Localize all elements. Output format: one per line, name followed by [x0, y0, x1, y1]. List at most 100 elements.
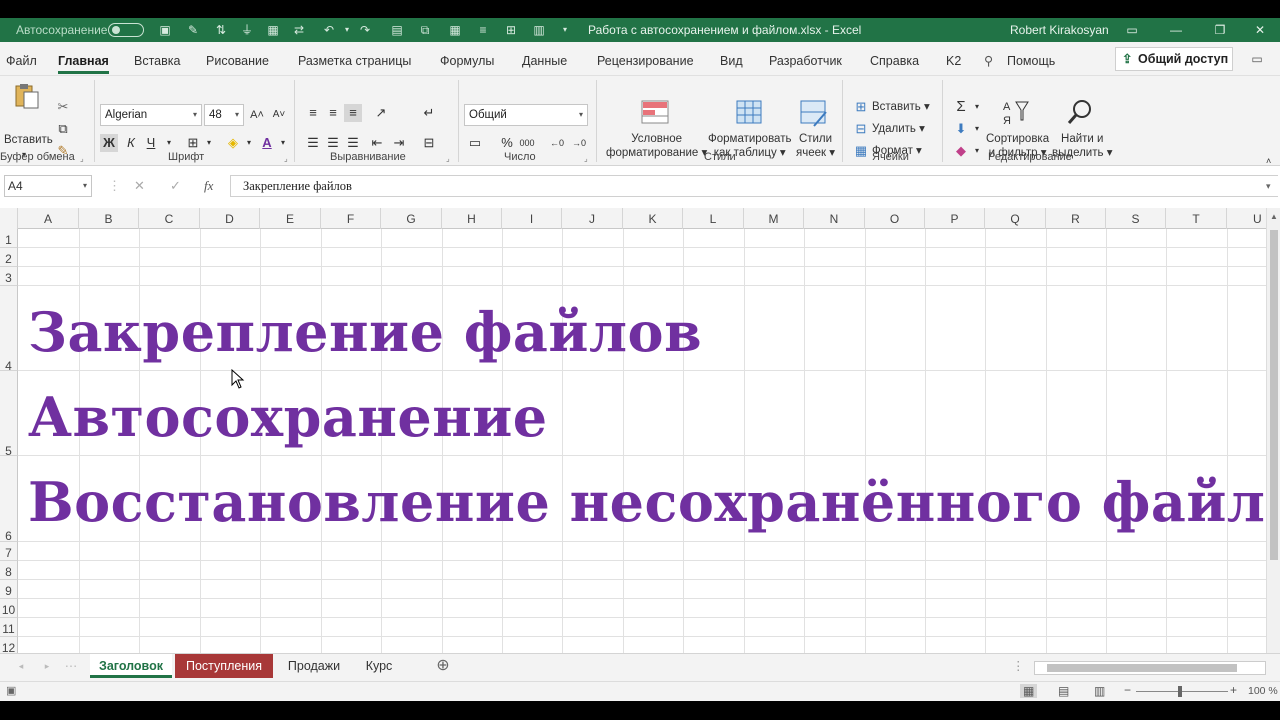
percent-icon[interactable]: %	[498, 134, 516, 152]
autosum-dropdown-icon[interactable]: ▾	[968, 98, 986, 116]
merge-center-icon[interactable]: ⊟	[420, 134, 438, 152]
column-header[interactable]: C	[139, 208, 200, 229]
page-layout-view-icon[interactable]: ▤	[1058, 684, 1069, 698]
sheet-tab-zagolovok[interactable]: Заголовок	[90, 654, 172, 678]
tab-formulas[interactable]: Формулы	[440, 42, 494, 76]
row-header[interactable]: 3	[0, 267, 18, 286]
tell-me-search[interactable]: Помощь	[1007, 42, 1055, 76]
tab-review[interactable]: Рецензирование	[597, 42, 694, 76]
zoom-level[interactable]: 100 %	[1248, 685, 1278, 697]
sheet-tab-prodazhi[interactable]: Продажи	[277, 654, 351, 678]
redo-icon[interactable]: ↷	[358, 23, 372, 37]
sort-filter-icon[interactable]: A Я	[1002, 98, 1030, 126]
column-header[interactable]: U	[1227, 208, 1266, 229]
sheet-options-icon[interactable]: ⋯	[64, 654, 78, 678]
align-left-icon[interactable]: ☰	[304, 134, 322, 152]
wrap-text-icon[interactable]: ↵	[420, 104, 438, 122]
comments-icon[interactable]: ▭	[1243, 47, 1271, 71]
font-color-dropdown-icon[interactable]: ▾	[274, 134, 292, 152]
select-all-corner[interactable]	[0, 208, 18, 229]
row-header[interactable]: 12	[0, 637, 18, 653]
column-header[interactable]: R	[1046, 208, 1106, 229]
filter-icon[interactable]: ⏚	[240, 23, 254, 37]
tab-view[interactable]: Вид	[720, 42, 743, 76]
font-launcher-icon[interactable]: ⌟	[284, 154, 288, 163]
borders-dropdown-icon[interactable]: ▾	[200, 134, 218, 152]
find-select-icon[interactable]	[1066, 98, 1094, 126]
column-header[interactable]: M	[744, 208, 804, 229]
column-header[interactable]: F	[321, 208, 381, 229]
horizontal-scrollbar[interactable]	[1034, 661, 1266, 675]
font-size-dropdown[interactable]: 48 ▾	[204, 104, 244, 126]
conditional-formatting-button[interactable]: Условное форматирование ▾	[606, 132, 707, 160]
borders-icon[interactable]: ⊞	[504, 23, 518, 37]
row-header[interactable]: 6	[0, 456, 18, 543]
decrease-indent-icon[interactable]: ⇤	[368, 134, 386, 152]
row-header[interactable]: 4	[0, 286, 18, 373]
scroll-up-icon[interactable]: ▲	[1270, 212, 1278, 221]
align-center-icon[interactable]: ☰	[324, 134, 342, 152]
worksheet-grid[interactable]: A B C D E F G H I J K L M N O P Q R S T …	[0, 208, 1266, 653]
increase-indent-icon[interactable]: ⇥	[390, 134, 408, 152]
zoom-in-icon[interactable]: +	[1230, 683, 1237, 697]
table-icon[interactable]: ▦	[266, 23, 280, 37]
column-header[interactable]: G	[381, 208, 442, 229]
underline-button[interactable]: Ч	[142, 134, 160, 152]
undo-dropdown-icon[interactable]: ▾	[340, 23, 354, 37]
print-icon[interactable]: ▤	[390, 23, 404, 37]
save-icon[interactable]: ▣	[158, 23, 172, 37]
ribbon-display-icon[interactable]: ▭	[1110, 18, 1154, 42]
tab-help[interactable]: Справка	[870, 42, 919, 76]
paste-button[interactable]: Вставить	[4, 133, 53, 147]
cell-a4[interactable]: Закрепление файлов	[28, 300, 702, 364]
tab-insert[interactable]: Вставка	[134, 42, 180, 76]
preview-icon[interactable]: ⧉	[418, 23, 432, 37]
column-header[interactable]: J	[562, 208, 623, 229]
zoom-slider[interactable]	[1136, 691, 1228, 692]
tab-split-handle[interactable]: ⋮	[1012, 654, 1025, 678]
freeze-icon[interactable]: ⇄	[292, 23, 306, 37]
column-header[interactable]: B	[79, 208, 139, 229]
autosave-toggle[interactable]	[108, 23, 144, 37]
delete-cells-icon[interactable]: ⊟	[852, 120, 870, 138]
align-right-icon[interactable]: ☰	[344, 134, 362, 152]
prev-sheet-icon[interactable]: ◂	[14, 654, 28, 678]
column-header[interactable]: K	[623, 208, 683, 229]
insert-cells-button[interactable]: Вставить ▾	[872, 100, 930, 114]
next-sheet-icon[interactable]: ▸	[40, 654, 54, 678]
tab-k2[interactable]: K2	[946, 42, 961, 76]
align-bottom-icon[interactable]: ≡	[344, 104, 362, 122]
tab-page-layout[interactable]: Разметка страницы	[298, 42, 411, 76]
increase-decimal-icon[interactable]: ←0	[548, 134, 566, 152]
row-header[interactable]: 1	[0, 229, 18, 248]
orientation-icon[interactable]: ↗	[372, 104, 390, 122]
tab-data[interactable]: Данные	[522, 42, 567, 76]
tab-developer[interactable]: Разработчик	[769, 42, 842, 76]
number-format-dropdown[interactable]: Общий ▾	[464, 104, 588, 126]
share-button[interactable]: ⇪ Общий доступ	[1115, 47, 1233, 71]
row-header[interactable]: 2	[0, 248, 18, 267]
zoom-out-icon[interactable]: −	[1124, 683, 1131, 697]
row-header[interactable]: 5	[0, 371, 18, 458]
cell-a6[interactable]: Восстановление несохранённого файла	[28, 470, 1266, 534]
brush-icon[interactable]: ✎	[186, 23, 200, 37]
fill-dropdown-icon[interactable]: ▾	[968, 120, 986, 138]
enter-icon[interactable]: ✓	[170, 175, 181, 197]
increase-font-icon[interactable]: A˄	[248, 106, 266, 124]
column-header[interactable]: I	[502, 208, 562, 229]
user-name[interactable]: Robert Kirakosyan	[1010, 18, 1109, 42]
cell-styles-button[interactable]: Стили ячеек ▾	[796, 132, 835, 160]
expand-formula-icon[interactable]: ▾	[1266, 175, 1271, 197]
search-icon[interactable]: ⚲	[984, 42, 993, 76]
insert-function-icon[interactable]: fx	[204, 175, 213, 197]
cancel-icon[interactable]: ✕	[134, 175, 145, 197]
customize-qat-icon[interactable]: ▾	[558, 23, 572, 37]
underline-dropdown-icon[interactable]: ▾	[160, 134, 178, 152]
cut-icon[interactable]: ✂	[54, 98, 72, 116]
undo-icon[interactable]: ↶	[322, 23, 336, 37]
grid-icon[interactable]: ▦	[448, 23, 462, 37]
row-header[interactable]: 7	[0, 542, 18, 561]
format-as-table-icon[interactable]	[736, 100, 764, 128]
column-header[interactable]: P	[925, 208, 985, 229]
page-break-view-icon[interactable]: ▥	[1094, 684, 1105, 698]
